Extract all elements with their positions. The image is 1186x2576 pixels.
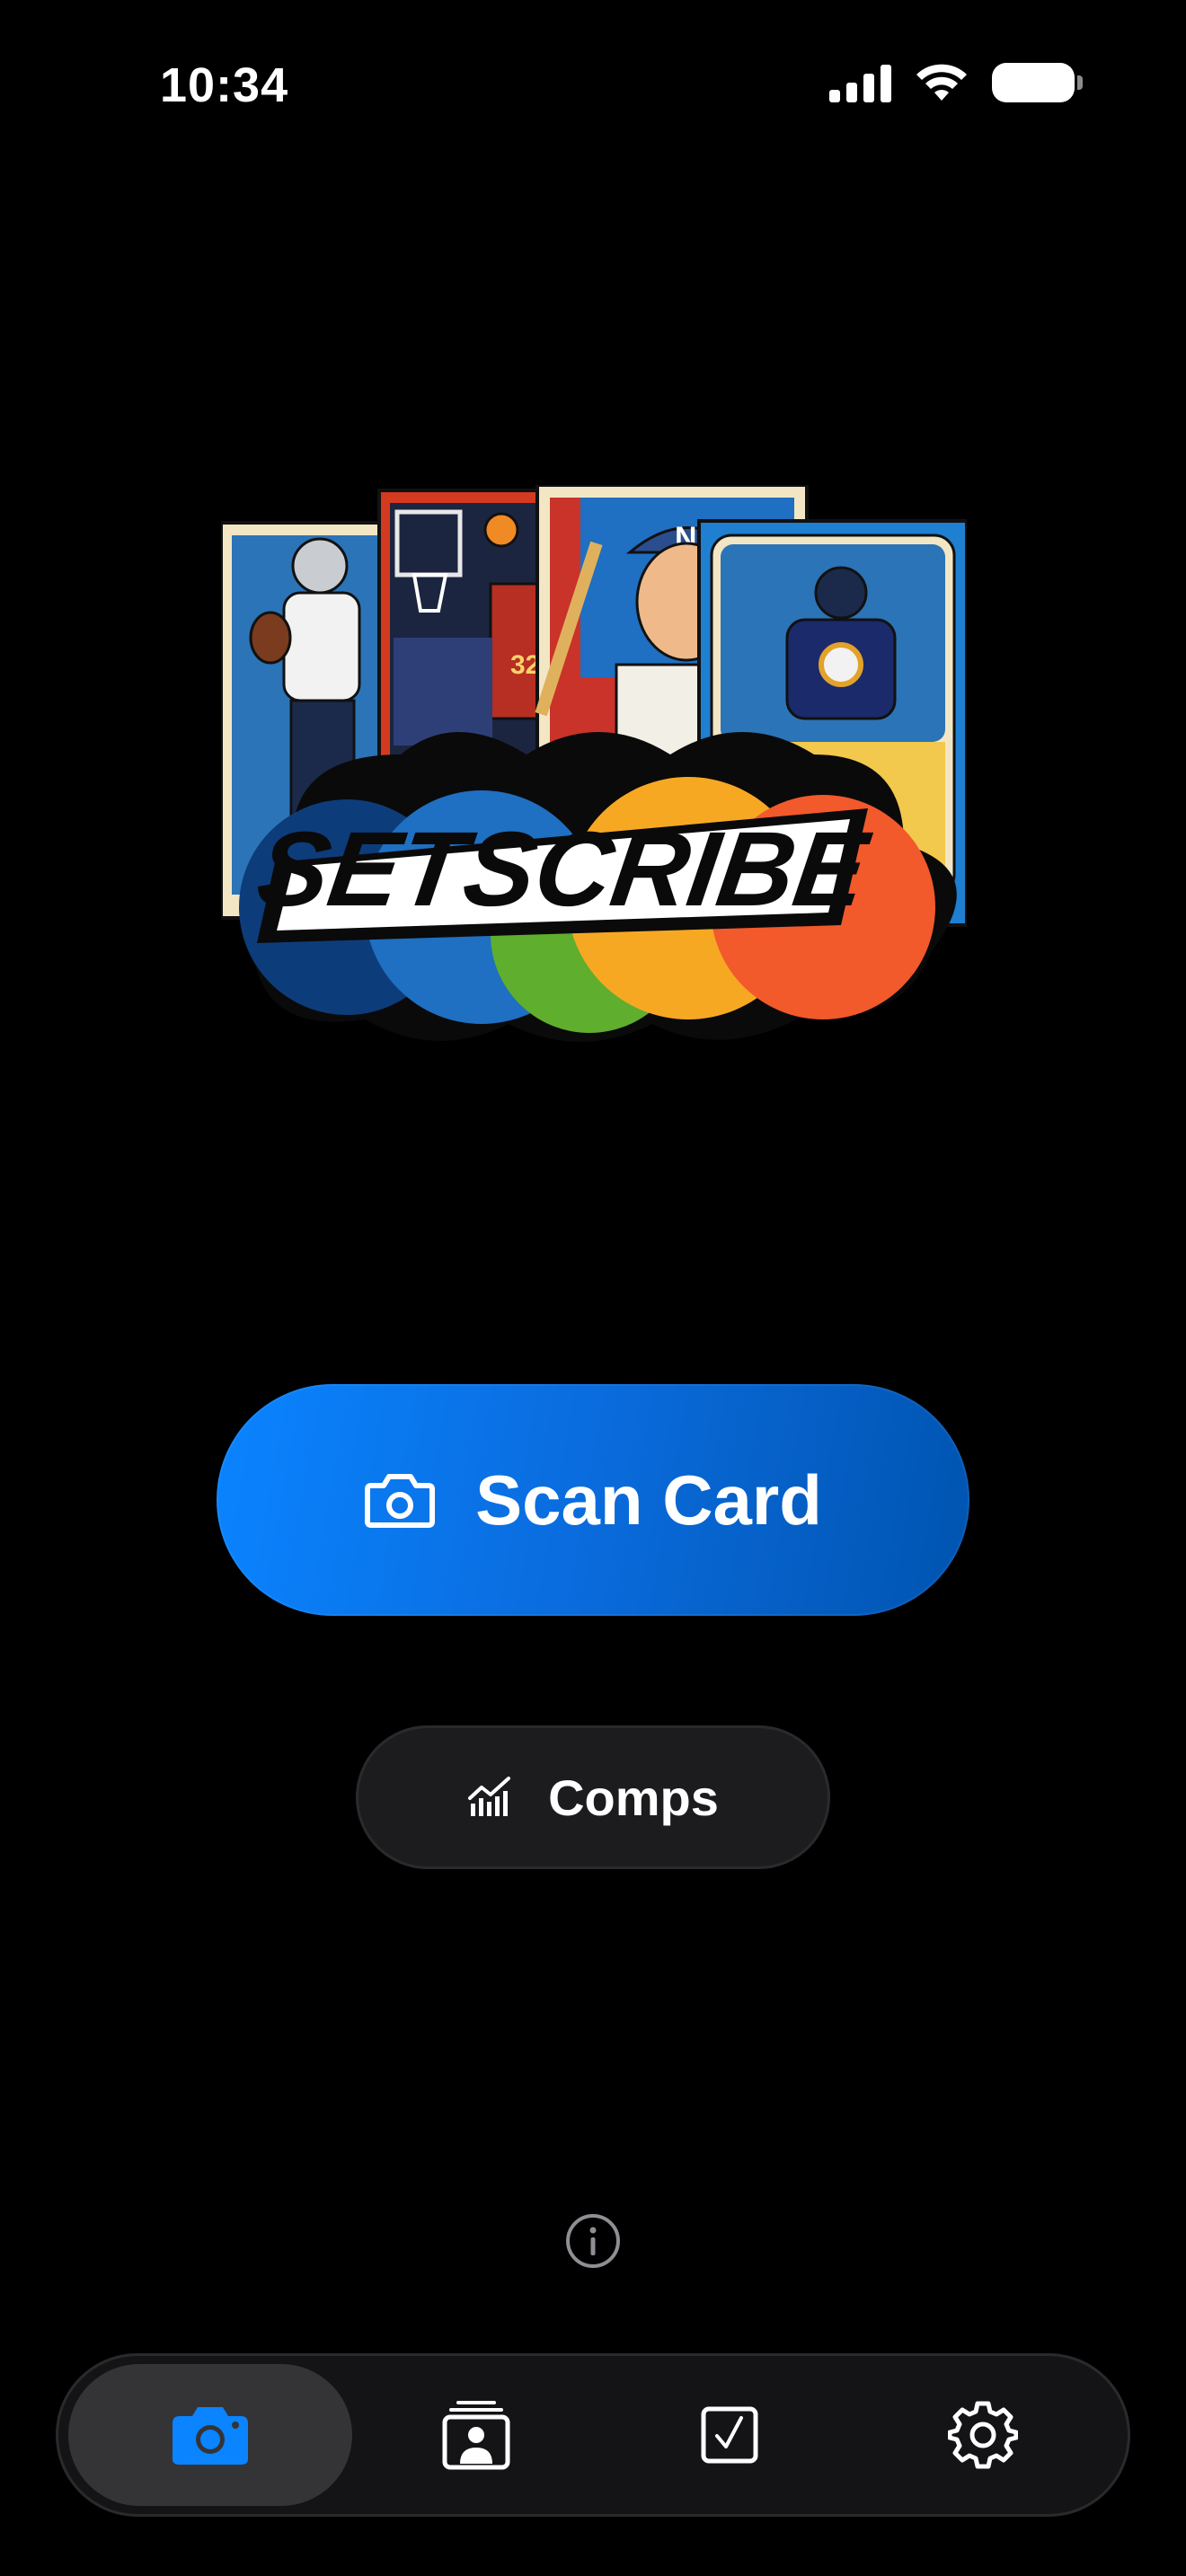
tab-collection[interactable]	[368, 2364, 584, 2506]
setscribe-logo: 32 N SETSCRIBE	[221, 485, 967, 1042]
tab-checklist[interactable]	[622, 2364, 837, 2506]
info-icon[interactable]	[564, 2212, 622, 2270]
camera-icon	[173, 2407, 248, 2465]
comps-label: Comps	[548, 1769, 719, 1826]
tab-settings[interactable]	[875, 2364, 1091, 2506]
tab-scan[interactable]	[68, 2364, 352, 2506]
checklist-icon	[701, 2406, 758, 2464]
svg-text:SETSCRIBE: SETSCRIBE	[251, 811, 878, 929]
gear-icon	[948, 2401, 1018, 2469]
logo-wordmark-banner: SETSCRIBE	[251, 808, 878, 943]
chart-trend-icon	[468, 1777, 511, 1816]
status-icons	[829, 63, 1083, 102]
collection-icon	[442, 2401, 510, 2470]
status-time: 10:34	[160, 58, 289, 112]
scan-card-label: Scan Card	[475, 1460, 822, 1539]
camera-icon	[365, 1474, 436, 1528]
wifi-icon	[916, 64, 967, 101]
tab-bar	[56, 2353, 1130, 2517]
scan-card-button[interactable]: Scan Card	[217, 1384, 969, 1616]
battery-icon	[992, 63, 1083, 102]
comps-button[interactable]: Comps	[356, 1725, 830, 1869]
cellular-signal-icon	[829, 63, 891, 102]
